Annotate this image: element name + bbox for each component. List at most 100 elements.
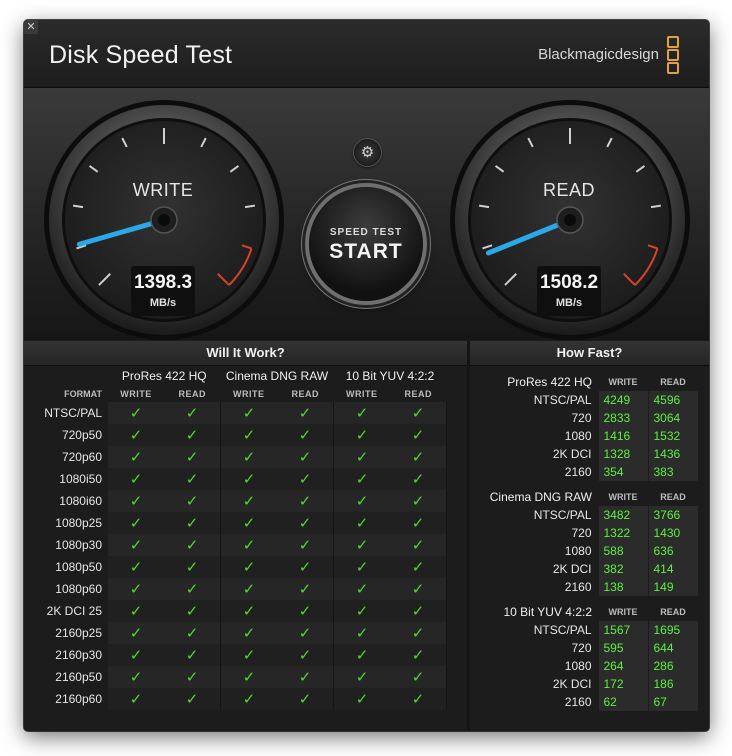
table-row: 720 1322 1430 <box>470 524 698 542</box>
check-icon: ✓ <box>277 512 334 534</box>
settings-button[interactable]: ⚙ <box>354 139 381 166</box>
read-fps-value: 286 <box>647 657 698 675</box>
table-row: 2160 138 149 <box>470 578 698 596</box>
how-fast-group-name: 10 Bit YUV 4:2:2 <box>503 605 593 619</box>
write-fps-value: 1567 <box>597 621 648 639</box>
check-icon: ✓ <box>108 534 164 556</box>
brand-name: Blackmagicdesign <box>538 46 659 63</box>
table-row: 1080 264 286 <box>470 657 698 675</box>
resolution-label: 2K DCI <box>552 562 592 576</box>
start-button[interactable]: SPEED TEST START <box>309 187 423 301</box>
resolution-label: 720 <box>571 411 592 425</box>
check-icon: ✓ <box>390 446 447 468</box>
check-icon: ✓ <box>220 578 277 600</box>
check-icon: ✓ <box>164 666 221 688</box>
check-icon: ✓ <box>108 402 164 424</box>
check-icon: ✓ <box>333 402 390 424</box>
check-icon: ✓ <box>108 512 164 534</box>
check-icon: ✓ <box>108 688 164 710</box>
check-icon: ✓ <box>277 688 334 710</box>
how-fast-group-name: Cinema DNG RAW <box>489 490 592 504</box>
write-fps-value: 382 <box>597 560 648 578</box>
check-icon: ✓ <box>277 468 334 490</box>
start-button-subtitle: SPEED TEST <box>329 227 403 238</box>
resolution-label: NTSC/PAL <box>533 508 592 522</box>
format-row-label: 1080p25 <box>55 516 102 530</box>
check-icon: ✓ <box>108 490 164 512</box>
check-icon: ✓ <box>390 490 447 512</box>
check-icon: ✓ <box>220 534 277 556</box>
read-column-header: READ <box>660 377 686 387</box>
results-panel: Will It Work? ProRes 422 HQ Cinema DNG R… <box>24 341 709 731</box>
check-icon: ✓ <box>220 446 277 468</box>
check-icon: ✓ <box>333 468 390 490</box>
check-icon: ✓ <box>390 644 447 666</box>
check-icon: ✓ <box>333 534 390 556</box>
table-row: NTSC/PAL 1567 1695 <box>470 621 698 639</box>
app-title: Disk Speed Test <box>49 41 233 69</box>
app-window: ✕ Disk Speed Test Blackmagicdesign WRITE <box>24 20 709 731</box>
check-icon: ✓ <box>277 666 334 688</box>
gauge-needle-hub-center <box>158 214 170 226</box>
write-fps-value: 138 <box>597 578 648 596</box>
read-column-header: READ <box>660 492 686 502</box>
read-fps-value: 636 <box>647 542 698 560</box>
write-column-header: WRITE <box>120 389 152 399</box>
write-gauge-label: WRITE <box>132 180 194 200</box>
table-row: 1080p25 ✓ ✓ ✓ ✓ ✓ ✓ <box>24 512 447 534</box>
resolution-label: NTSC/PAL <box>533 623 592 637</box>
write-fps-value: 595 <box>597 639 648 657</box>
write-readout: 1398.3 MB/s <box>131 266 195 316</box>
read-column-header: READ <box>291 389 319 399</box>
check-icon: ✓ <box>333 424 390 446</box>
write-fps-value: 1416 <box>597 427 648 445</box>
write-column-header: WRITE <box>608 492 638 502</box>
format-row-label: 1080p50 <box>55 560 102 574</box>
check-icon: ✓ <box>220 556 277 578</box>
write-column-header: WRITE <box>233 389 265 399</box>
resolution-label: 720 <box>571 641 592 655</box>
check-icon: ✓ <box>220 468 277 490</box>
table-row: 1080i50 ✓ ✓ ✓ ✓ ✓ ✓ <box>24 468 447 490</box>
check-icon: ✓ <box>277 534 334 556</box>
will-it-work-section: Will It Work? ProRes 422 HQ Cinema DNG R… <box>24 341 467 731</box>
check-icon: ✓ <box>333 490 390 512</box>
check-icon: ✓ <box>164 512 221 534</box>
check-icon: ✓ <box>164 644 221 666</box>
read-gauge-label: READ <box>542 180 595 200</box>
format-row-label: 720p60 <box>61 450 102 464</box>
check-icon: ✓ <box>164 534 221 556</box>
title-bar: ✕ Disk Speed Test Blackmagicdesign <box>24 20 709 88</box>
how-fast-group: 10 Bit YUV 4:2:2 WRITE READ NTSC/PAL 1567 169… <box>470 603 709 711</box>
write-column-header: WRITE <box>346 389 378 399</box>
check-icon: ✓ <box>333 666 390 688</box>
table-row: 2160p30 ✓ ✓ ✓ ✓ ✓ ✓ <box>24 644 447 666</box>
write-fps-value: 588 <box>597 542 648 560</box>
table-row: 2160p60 ✓ ✓ ✓ ✓ ✓ ✓ <box>24 688 447 710</box>
resolution-label: 2160 <box>564 465 592 479</box>
check-icon: ✓ <box>220 490 277 512</box>
check-icon: ✓ <box>108 644 164 666</box>
check-icon: ✓ <box>220 644 277 666</box>
check-icon: ✓ <box>108 578 164 600</box>
write-speed-unit: MB/s <box>149 297 177 309</box>
table-row: 1080 1416 1532 <box>470 427 698 445</box>
check-icon: ✓ <box>390 688 447 710</box>
check-icon: ✓ <box>277 402 334 424</box>
check-icon: ✓ <box>108 424 164 446</box>
check-icon: ✓ <box>333 644 390 666</box>
check-icon: ✓ <box>277 424 334 446</box>
table-row: NTSC/PAL 4249 4596 <box>470 391 698 409</box>
write-fps-value: 1328 <box>597 445 648 463</box>
table-row: 1080p30 ✓ ✓ ✓ ✓ ✓ ✓ <box>24 534 447 556</box>
check-icon: ✓ <box>164 622 221 644</box>
write-column-header: WRITE <box>608 607 638 617</box>
will-group-header: ProRes 422 HQ <box>121 369 207 383</box>
close-button[interactable]: ✕ <box>24 20 38 34</box>
gauge-panel: WRITE 1398.3 MB/s READ 1508.2 MB/s ⚙ SPE… <box>24 88 709 340</box>
check-icon: ✓ <box>164 600 221 622</box>
check-icon: ✓ <box>164 490 221 512</box>
read-column-header: READ <box>178 389 206 399</box>
format-row-label: 2160p50 <box>55 670 102 684</box>
check-icon: ✓ <box>108 666 164 688</box>
